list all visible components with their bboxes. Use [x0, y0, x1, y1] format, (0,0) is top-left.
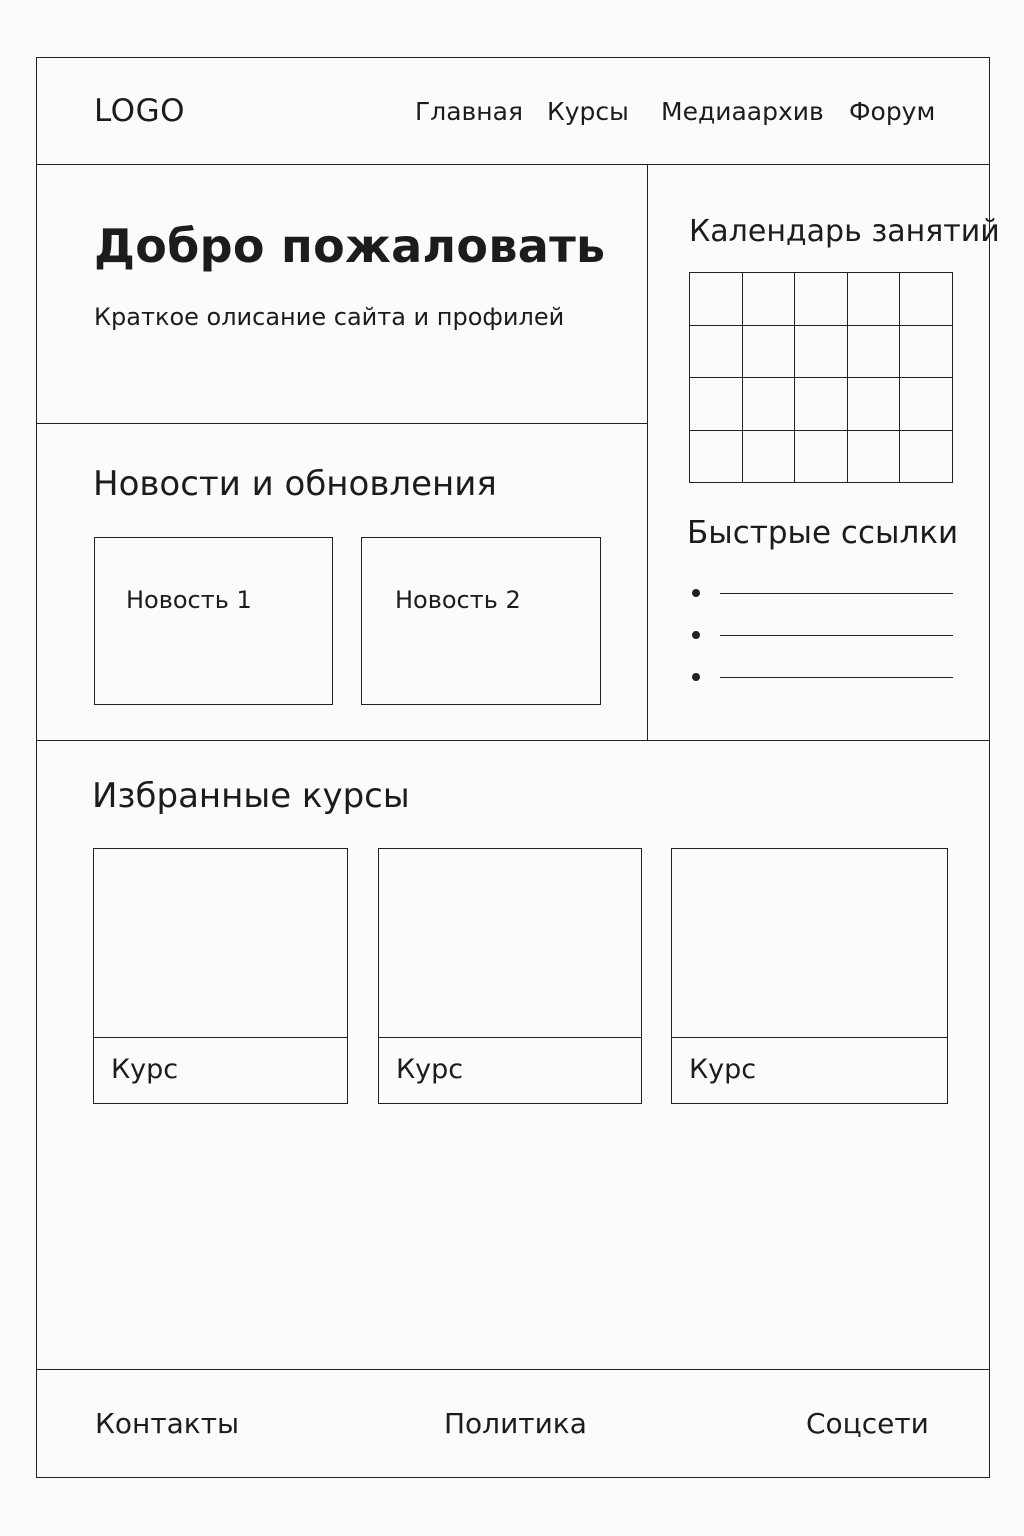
news-card-title: Новость 2 [395, 586, 521, 614]
calendar-cell[interactable] [690, 273, 743, 326]
logo[interactable]: LOGO [94, 93, 185, 129]
featured-courses-title: Избранные курсы [92, 776, 410, 816]
bullet-icon [692, 673, 700, 681]
welcome-divider [36, 423, 648, 424]
calendar-cell[interactable] [795, 325, 848, 378]
course-card-2[interactable]: Курс [378, 848, 642, 1104]
footer-policy-link[interactable]: Политика [444, 1407, 587, 1440]
course-image-placeholder [379, 849, 641, 1038]
header-divider [36, 164, 990, 165]
news-section-title: Новости и обновления [93, 464, 497, 504]
footer-social-link[interactable]: Соцсети [806, 1407, 929, 1440]
calendar-cell[interactable] [900, 273, 953, 326]
calendar-cell[interactable] [742, 273, 796, 326]
course-image-placeholder [94, 849, 347, 1038]
course-title: Курс [689, 1054, 757, 1085]
welcome-description: Краткое олисание сайта и профилей [94, 303, 565, 331]
footer-divider [36, 1369, 990, 1370]
calendar-cell[interactable] [690, 378, 743, 431]
nav-courses[interactable]: Курсы [547, 97, 629, 126]
nav-media-archive[interactable]: Медиаархив [661, 97, 824, 126]
course-title: Курс [396, 1054, 464, 1085]
nav-home[interactable]: Главная [415, 97, 523, 126]
calendar-cell[interactable] [847, 273, 901, 326]
link-placeholder-line [720, 593, 953, 594]
sidebar-divider [647, 164, 648, 741]
course-title: Курс [111, 1054, 179, 1085]
link-placeholder-line [720, 635, 953, 636]
calendar-cell[interactable] [795, 273, 848, 326]
quick-link-2[interactable] [688, 625, 954, 645]
calendar-cell[interactable] [742, 325, 796, 378]
calendar-cell[interactable] [742, 430, 796, 483]
calendar-cell[interactable] [900, 378, 953, 431]
class-calendar[interactable] [689, 272, 953, 483]
news-card-1[interactable]: Новость 1 [94, 537, 333, 705]
calendar-cell[interactable] [847, 325, 901, 378]
welcome-title: Добро пожаловать [94, 219, 606, 273]
quick-link-1[interactable] [688, 583, 954, 603]
bullet-icon [692, 589, 700, 597]
course-card-3[interactable]: Курс [671, 848, 948, 1104]
calendar-cell[interactable] [742, 378, 796, 431]
news-card-2[interactable]: Новость 2 [361, 537, 601, 705]
calendar-title: Календарь занятий [689, 214, 1000, 249]
calendar-cell[interactable] [690, 430, 743, 483]
quick-links-title: Быстрые ссылки [687, 515, 959, 551]
calendar-cell[interactable] [900, 325, 953, 378]
news-card-title: Новость 1 [126, 586, 252, 614]
main-divider [36, 740, 990, 741]
calendar-cell[interactable] [847, 378, 901, 431]
calendar-cell[interactable] [690, 325, 743, 378]
link-placeholder-line [720, 677, 953, 678]
course-image-placeholder [672, 849, 947, 1038]
calendar-cell[interactable] [795, 378, 848, 431]
course-card-1[interactable]: Курс [93, 848, 348, 1104]
calendar-cell[interactable] [847, 430, 901, 483]
bullet-icon [692, 631, 700, 639]
calendar-cell[interactable] [900, 430, 953, 483]
footer-contacts-link[interactable]: Контакты [95, 1407, 239, 1440]
calendar-cell[interactable] [795, 430, 848, 483]
nav-forum[interactable]: Форум [849, 97, 935, 126]
quick-link-3[interactable] [688, 667, 954, 687]
